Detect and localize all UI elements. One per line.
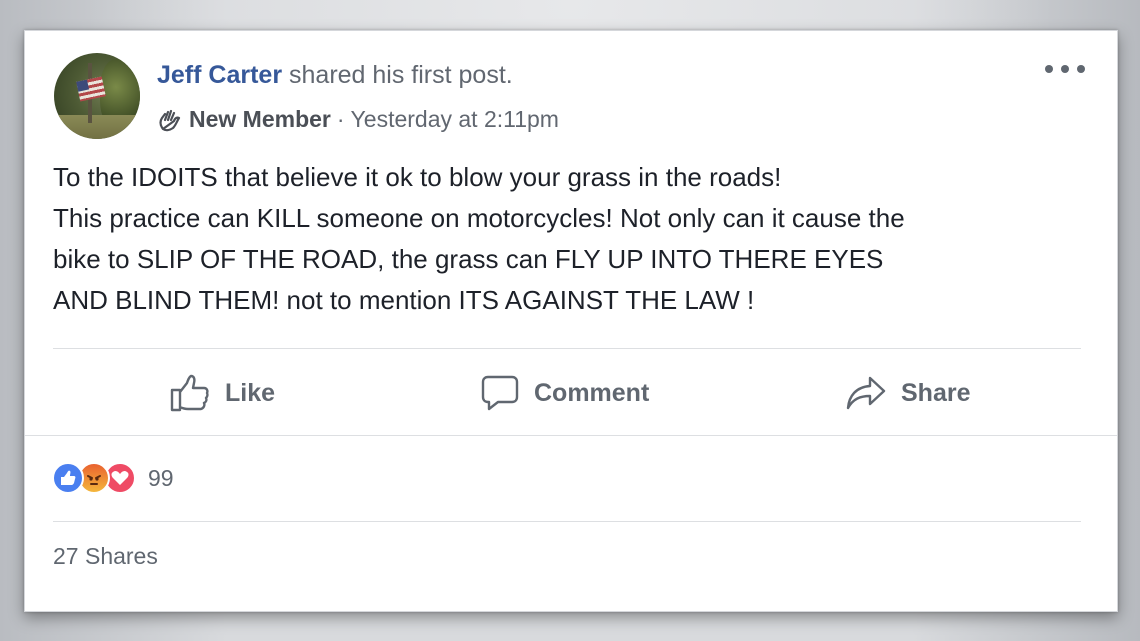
comment-icon	[481, 375, 519, 411]
post-timestamp[interactable]: Yesterday at 2:11pm	[351, 106, 559, 133]
post-body-line: This practice can KILL someone on motorc…	[53, 203, 905, 233]
author-name[interactable]: Jeff Carter	[157, 61, 282, 89]
share-button[interactable]: Share	[845, 371, 970, 415]
comment-button[interactable]: Comment	[480, 371, 649, 415]
post-body: To the IDOITS that believe it ok to blow…	[53, 157, 1093, 321]
avatar[interactable]	[54, 53, 140, 139]
post-body-line: AND BLIND THEM! not to mention ITS AGAIN…	[53, 285, 755, 315]
wave-icon	[159, 109, 181, 131]
comment-label: Comment	[534, 378, 650, 407]
like-icon	[52, 462, 84, 494]
post-body-line: To the IDOITS that believe it ok to blow…	[53, 162, 782, 192]
post-meta: New Member · Yesterday at 2:11pm	[157, 106, 559, 133]
shares-count[interactable]: 27 Shares	[53, 543, 158, 570]
reaction-count: 99	[148, 464, 174, 491]
post-header: Jeff Carter shared his first post.	[157, 61, 513, 90]
share-label: Share	[901, 378, 971, 407]
divider	[53, 521, 1081, 522]
share-icon	[846, 376, 886, 410]
like-button[interactable]: Like	[169, 371, 275, 415]
meta-separator: ·	[336, 106, 345, 132]
like-label: Like	[225, 378, 276, 407]
divider	[53, 348, 1081, 349]
reactions-summary[interactable]: 99	[52, 461, 174, 495]
post-action-text: shared his first post.	[289, 61, 513, 89]
member-badge: New Member	[189, 106, 331, 132]
facebook-post-card: Jeff Carter shared his first post. New M…	[24, 30, 1118, 612]
post-body-line: bike to SLIP OF THE ROAD, the grass can …	[53, 244, 884, 274]
more-options-icon[interactable]	[1045, 59, 1085, 79]
divider	[25, 435, 1117, 436]
thumbs-up-icon	[170, 374, 209, 412]
